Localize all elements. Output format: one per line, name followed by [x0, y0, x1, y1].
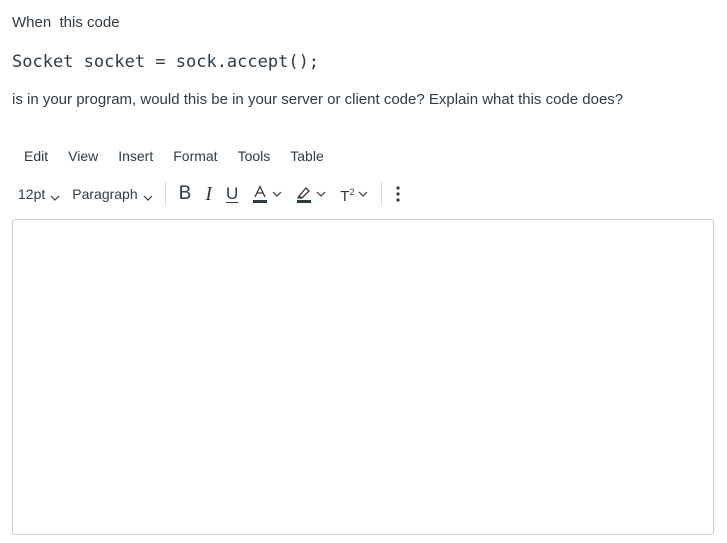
answer-editor[interactable]: [12, 219, 714, 535]
menu-format[interactable]: Format: [161, 143, 225, 169]
code-snippet: Socket socket = sock.accept();: [12, 52, 320, 72]
chevron-down-icon: [272, 189, 282, 199]
chevron-down-icon: [50, 189, 60, 201]
block-format-select[interactable]: Paragraph: [66, 181, 158, 207]
chevron-down-icon: [143, 189, 153, 201]
chevron-down-icon: [316, 189, 326, 199]
font-size-select[interactable]: 12pt: [12, 181, 66, 207]
menu-table[interactable]: Table: [278, 143, 331, 169]
highlight-color-button[interactable]: [289, 180, 333, 208]
menu-view[interactable]: View: [56, 143, 106, 169]
more-options-button[interactable]: [388, 180, 408, 208]
editor-toolbar: 12pt Paragraph B I U T2: [12, 178, 712, 210]
vertical-ellipsis-icon: [395, 185, 401, 203]
font-size-value: 12pt: [18, 186, 46, 202]
toolbar-divider: [381, 182, 383, 206]
superscript-button[interactable]: T2: [333, 180, 375, 208]
menu-insert[interactable]: Insert: [106, 143, 161, 169]
highlighter-icon: [296, 185, 312, 203]
chevron-down-icon: [358, 189, 368, 199]
editor-menubar: Edit View Insert Format Tools Table: [12, 143, 332, 169]
underline-button[interactable]: U: [219, 180, 245, 208]
question-intro: When this code: [12, 14, 120, 31]
underline-icon: U: [226, 184, 239, 203]
bold-icon: B: [178, 183, 192, 204]
bold-button[interactable]: B: [172, 180, 199, 208]
text-color-button[interactable]: [245, 180, 289, 208]
menu-tools[interactable]: Tools: [226, 143, 279, 169]
block-format-value: Paragraph: [72, 186, 138, 202]
italic-button[interactable]: I: [198, 180, 219, 208]
superscript-icon: T2: [340, 186, 355, 205]
menu-edit[interactable]: Edit: [12, 143, 56, 169]
question-body: is in your program, would this be in you…: [12, 91, 624, 108]
text-color-icon: [252, 185, 268, 203]
toolbar-divider: [164, 182, 166, 206]
italic-icon: I: [205, 183, 212, 205]
